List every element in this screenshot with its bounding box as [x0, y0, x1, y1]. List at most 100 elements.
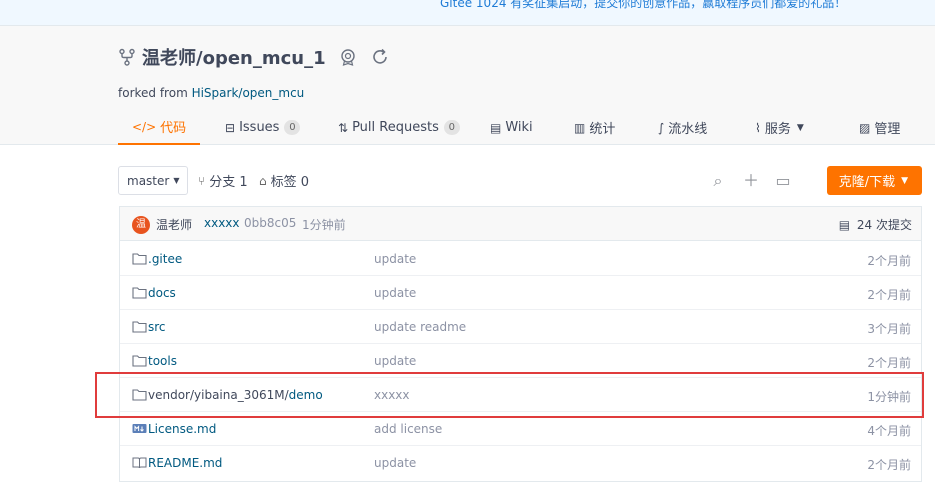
forked-from-link[interactable]: HiSpark/open_mcu: [192, 86, 305, 100]
branch-select-value: master: [127, 173, 170, 188]
forked-from-prefix: forked from: [118, 86, 192, 100]
tab-label: Issues: [239, 120, 280, 135]
repo-title-row: 温老师/open_mcu_1: [118, 44, 390, 70]
award-badge-icon[interactable]: [338, 47, 358, 67]
tab-services[interactable]: ⌇ 服务 ▼: [755, 110, 804, 145]
commit-count-label: 24 次提交: [856, 218, 912, 232]
commit-count-link[interactable]: ▤ 24 次提交: [839, 216, 912, 233]
commit-hash[interactable]: 0bb8c05: [244, 216, 296, 230]
readme-file-icon: [132, 457, 147, 469]
tab-label: Wiki: [505, 120, 533, 135]
folder-icon: [132, 287, 147, 299]
commits-icon: ▤: [838, 218, 851, 232]
fork-icon: [119, 48, 135, 66]
branches-label: 分支 1: [209, 175, 248, 190]
repo-tabs: </> 代码 ⊟ Issues 0 ⇅ Pull Requests 0 ▤ Wi…: [118, 110, 935, 145]
search-icon[interactable]: ⌕: [709, 172, 727, 190]
file-commit-message[interactable]: update: [374, 286, 416, 300]
file-row[interactable]: README.md update 2个月前: [120, 446, 921, 480]
file-commit-message[interactable]: update: [374, 354, 416, 368]
repo-title[interactable]: 温老师/open_mcu_1: [142, 44, 326, 70]
chevron-down-icon: ▼: [796, 122, 804, 133]
folder-icon: [132, 321, 147, 333]
tab-label: 服务: [764, 122, 791, 137]
markdown-file-icon: [132, 424, 147, 433]
tab-label: Pull Requests: [352, 120, 439, 135]
tags-label: 标签 0: [270, 175, 310, 190]
issues-count-badge: 0: [284, 120, 301, 135]
file-commit-message[interactable]: update: [374, 456, 416, 470]
tab-wiki[interactable]: ▤ Wiki: [490, 110, 533, 145]
clone-download-label: 克隆/下载: [838, 175, 896, 190]
commit-author[interactable]: 温老师: [156, 216, 192, 233]
tab-pipeline[interactable]: ∫ 流水线: [658, 110, 707, 145]
pipeline-icon: ∫: [658, 120, 665, 135]
sync-icon[interactable]: [370, 47, 390, 67]
caret-down-icon: ▼: [173, 176, 180, 185]
branches-link[interactable]: ⑂ 分支 1: [198, 166, 248, 195]
file-name[interactable]: .gitee: [148, 252, 182, 266]
file-row[interactable]: .gitee update 2个月前: [120, 242, 921, 276]
book-icon: ▤: [490, 120, 502, 135]
file-row[interactable]: tools update 2个月前: [120, 344, 921, 378]
commit-time: 1分钟前: [302, 218, 346, 232]
repo-toolbar: master ▼ ⑂ 分支 1 ⌂ 标签 0 ⌕ ＋ ▭ 克隆/下载 ▼: [118, 166, 922, 196]
file-name[interactable]: License.md: [148, 422, 216, 436]
caret-down-icon: ▼: [901, 175, 908, 186]
file-name[interactable]: vendor/yibaina_3061M/demo: [148, 388, 323, 402]
file-path-prefix: vendor/yibaina_3061M/: [148, 388, 289, 402]
code-icon: </>: [132, 119, 157, 134]
file-row[interactable]: License.md add license 4个月前: [120, 412, 921, 446]
folder-icon: [132, 355, 147, 367]
forked-from: forked from HiSpark/open_mcu: [118, 86, 304, 100]
file-time: 2个月前: [867, 458, 911, 472]
file-time: 2个月前: [867, 356, 911, 370]
folder-icon: [132, 389, 147, 401]
pulse-icon: ⌇: [755, 120, 761, 135]
file-path-last: demo: [288, 388, 323, 402]
branch-select[interactable]: master ▼: [118, 166, 189, 195]
file-time: 3个月前: [867, 322, 911, 336]
file-commit-message[interactable]: update: [374, 252, 416, 266]
file-commit-message[interactable]: add license: [374, 422, 442, 436]
tab-code[interactable]: </> 代码: [118, 110, 201, 145]
tag-icon: ⌂: [259, 173, 267, 188]
tags-link[interactable]: ⌂ 标签 0: [259, 166, 309, 195]
tab-statistics[interactable]: ▥ 统计: [574, 110, 615, 145]
tab-label: 统计: [589, 122, 616, 137]
tab-pull-requests[interactable]: ⇅ Pull Requests 0: [338, 110, 460, 145]
announcement-link[interactable]: Gitee 1024 有奖征集启动，提交你的创意作品，赢取程序员们都爱的礼品！: [440, 0, 846, 11]
bar-chart-icon: ▥: [574, 120, 586, 135]
repo-header: 温老师/open_mcu_1 forked from HiSpark/open_…: [0, 26, 935, 145]
settings-doc-icon: ▨: [859, 120, 871, 135]
tab-issues[interactable]: ⊟ Issues 0: [225, 110, 301, 145]
file-name[interactable]: src: [148, 320, 166, 334]
branch-icon: ⑂: [198, 173, 206, 188]
clone-download-button[interactable]: 克隆/下载 ▼: [826, 166, 922, 195]
pull-request-icon: ⇅: [338, 120, 349, 135]
file-name[interactable]: docs: [148, 286, 176, 300]
file-time: 4个月前: [867, 424, 911, 438]
pull-requests-count-badge: 0: [443, 120, 460, 135]
file-list: 温 温老师 xxxxx 0bb8c05 1分钟前 ▤ 24 次提交 .gitee…: [119, 206, 922, 482]
tab-manage[interactable]: ▨ 管理: [859, 110, 900, 145]
file-time: 1分钟前: [867, 390, 911, 404]
file-row[interactable]: src update readme 3个月前: [120, 310, 921, 344]
file-row[interactable]: vendor/yibaina_3061M/demo xxxxx 1分钟前: [120, 378, 921, 412]
avatar[interactable]: 温: [132, 216, 150, 234]
file-name[interactable]: tools: [148, 354, 177, 368]
issues-icon: ⊟: [225, 120, 236, 135]
latest-commit-row: 温 温老师 xxxxx 0bb8c05 1分钟前 ▤ 24 次提交: [120, 207, 921, 241]
file-time: 2个月前: [867, 254, 911, 268]
file-row[interactable]: docs update 2个月前: [120, 276, 921, 310]
plus-icon[interactable]: ＋: [742, 172, 760, 190]
file-commit-message[interactable]: xxxxx: [374, 388, 410, 402]
web-ide-icon[interactable]: ▭: [774, 172, 792, 190]
folder-icon: [132, 253, 147, 265]
tab-label: 管理: [874, 122, 901, 137]
file-time: 2个月前: [867, 288, 911, 302]
file-name[interactable]: README.md: [148, 456, 222, 470]
announcement-banner: Gitee 1024 有奖征集启动，提交你的创意作品，赢取程序员们都爱的礼品！: [0, 0, 935, 26]
commit-message[interactable]: xxxxx: [204, 216, 240, 230]
file-commit-message[interactable]: update readme: [374, 320, 466, 334]
